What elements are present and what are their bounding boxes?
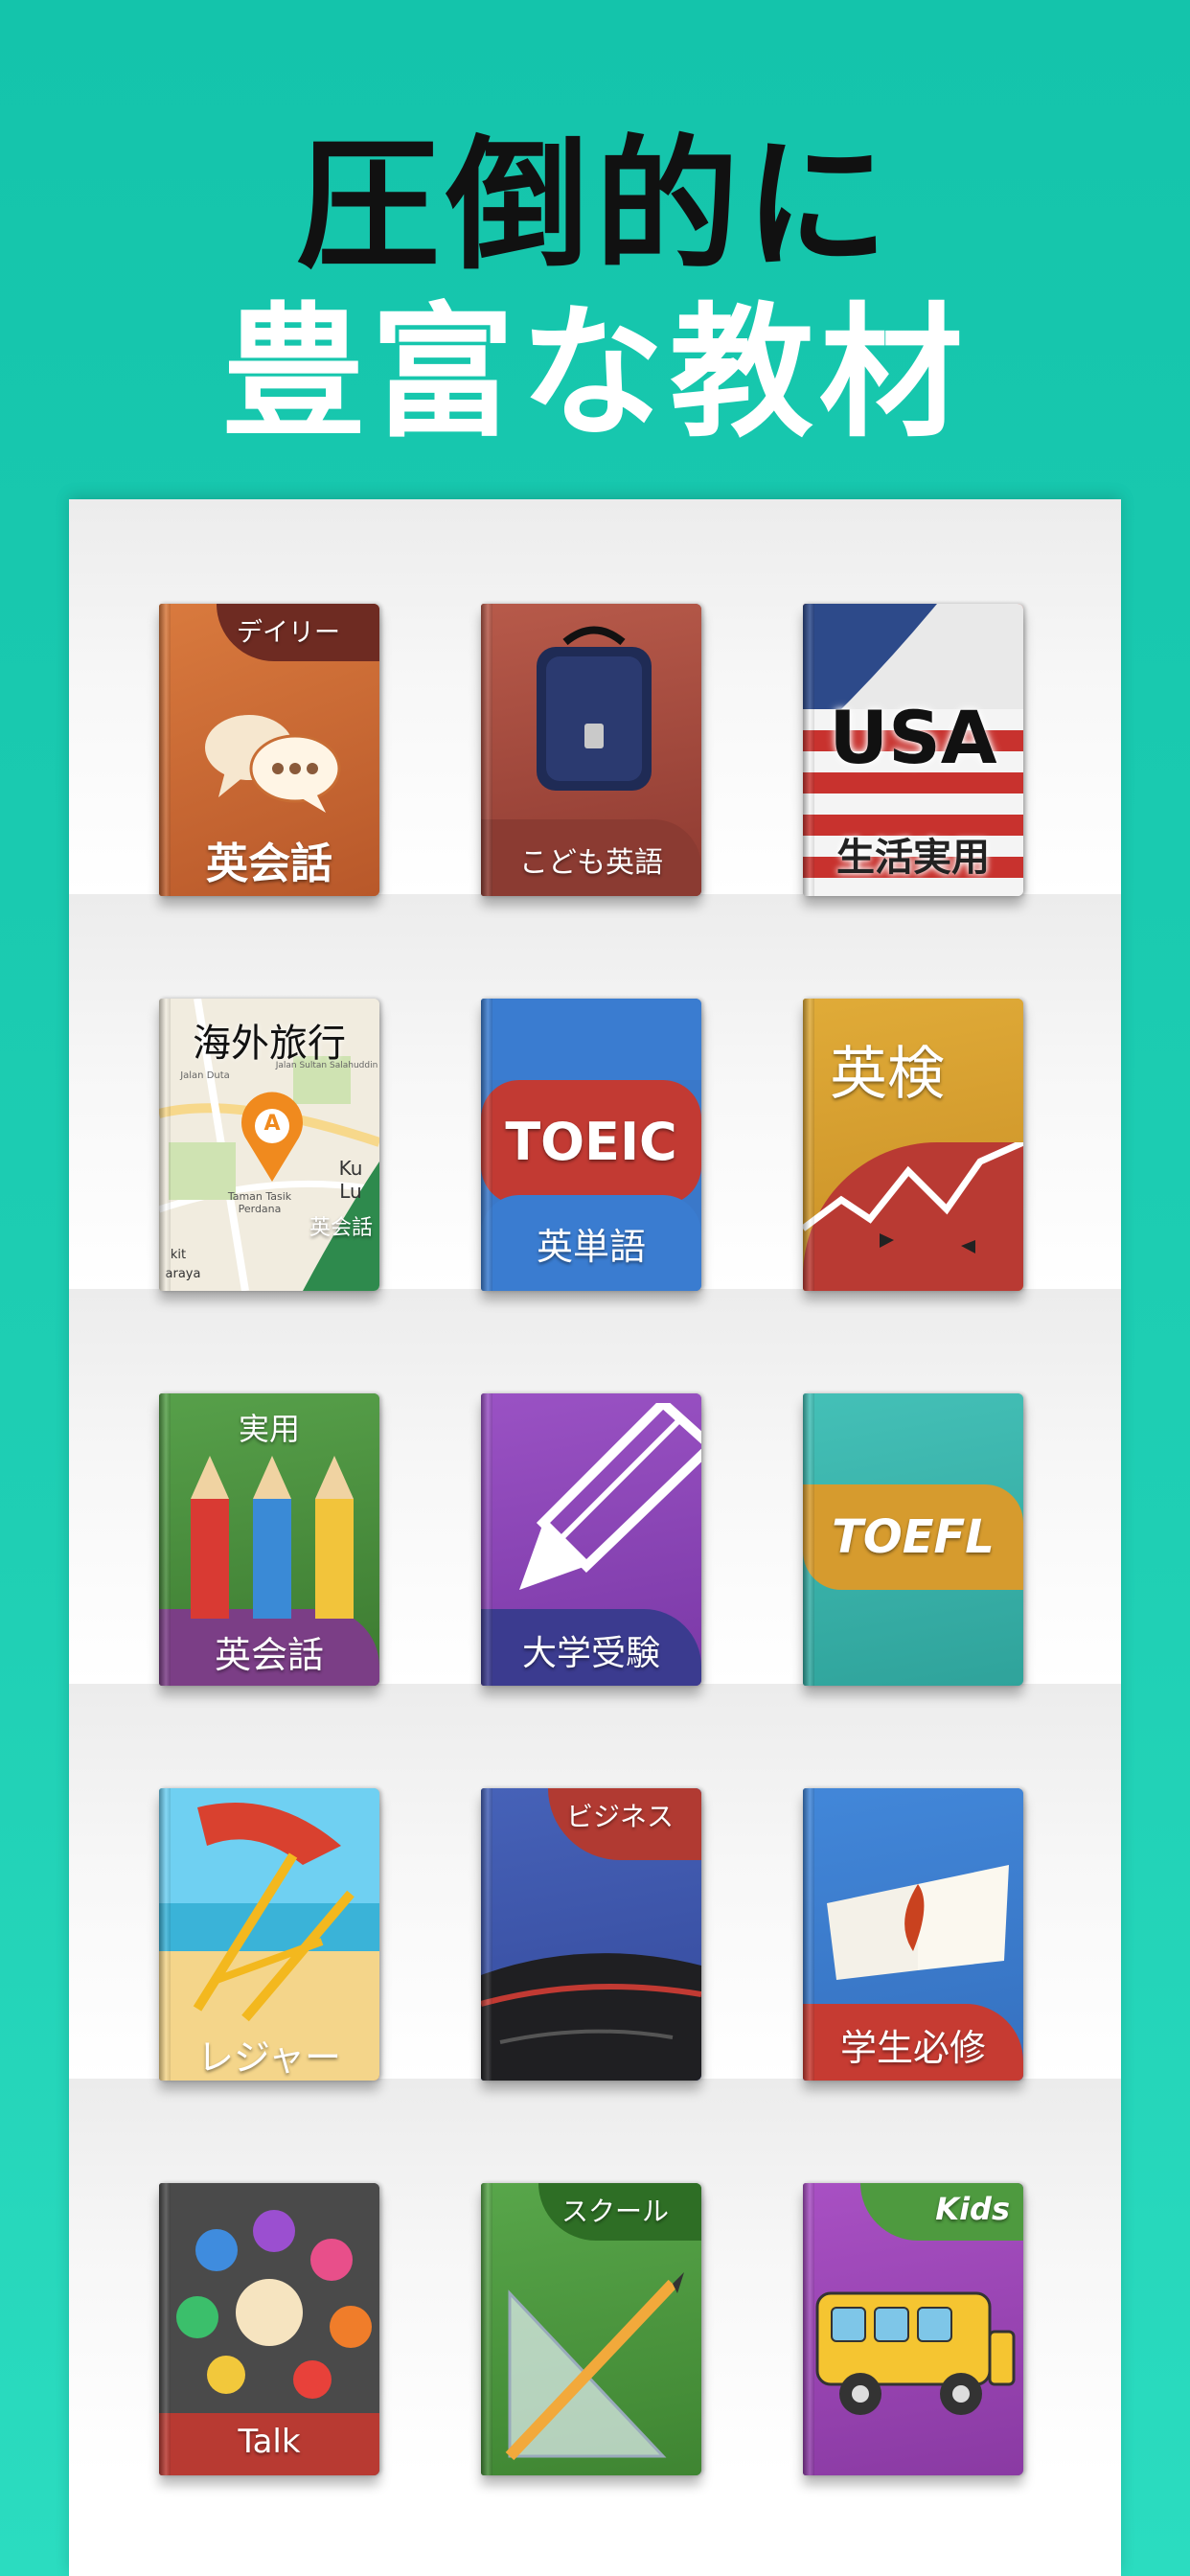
book-label: こども英語 xyxy=(519,846,663,880)
map-text: kit xyxy=(170,1248,187,1262)
ruler-pencil-icon xyxy=(505,2272,684,2461)
book-label: Talk xyxy=(238,2423,301,2461)
usa-badge: USA xyxy=(829,695,997,780)
book-student-essentials[interactable]: 学生必修 xyxy=(803,1788,1023,2081)
headline-line-2: 豊富な教材 xyxy=(220,290,969,457)
chat-bubbles-icon xyxy=(205,715,341,813)
map-pin-label: A xyxy=(263,1112,281,1136)
corner-label: 英会話 xyxy=(309,1216,373,1240)
book-kids[interactable]: Kids xyxy=(803,2183,1023,2475)
pencil-icon xyxy=(519,1403,701,1590)
book-usa-life[interactable]: USA 生活実用 xyxy=(803,604,1023,896)
book-label: 英検 xyxy=(830,1041,945,1108)
school-backpack-icon xyxy=(537,626,652,791)
textbook-shelf-panel: デイリー 英会話 こども英語 USA 生活実用 海外旅行 A Taman Tas… xyxy=(69,499,1121,2576)
headline-line-1: 圧倒的に xyxy=(295,123,894,289)
book-label: 英会話 xyxy=(214,1634,324,1676)
book-label: レジャー xyxy=(196,2036,342,2079)
book-tag: 実用 xyxy=(238,1411,300,1447)
book-label: 英会話 xyxy=(206,840,332,888)
book-toeic-vocabulary[interactable]: TOEIC 英単語 xyxy=(481,999,701,1291)
map-text: Jalan Sultan Salahuddin xyxy=(275,1061,378,1070)
book-title: TOEIC xyxy=(505,1112,677,1172)
map-text: araya xyxy=(165,1267,201,1281)
book-business[interactable]: ビジネス xyxy=(481,1788,701,2081)
book-tag: ビジネス xyxy=(565,1801,674,1832)
book-kids-english[interactable]: こども英語 xyxy=(481,604,701,896)
book-toefl[interactable]: TOEFL xyxy=(803,1393,1023,1686)
briefcase-icon xyxy=(481,1953,701,2081)
book-eiken[interactable]: 英検 xyxy=(803,999,1023,1291)
book-label: 英単語 xyxy=(536,1226,646,1268)
book-label: 生活実用 xyxy=(836,836,990,880)
book-university-exam[interactable]: 大学受験 xyxy=(481,1393,701,1686)
book-label: 海外旅行 xyxy=(193,1022,346,1066)
map-pin-icon xyxy=(241,1092,303,1182)
map-text: Jalan Duta xyxy=(180,1070,230,1081)
book-tag: スクール xyxy=(561,2196,669,2227)
colorful-spheres-icon xyxy=(159,2183,379,2413)
map-text: Taman Tasik Perdana xyxy=(227,1190,292,1215)
book-tag: デイリー xyxy=(237,618,340,648)
trend-chart-icon xyxy=(803,1142,1023,1254)
book-daily-conversation[interactable]: デイリー 英会話 xyxy=(159,604,379,896)
book-school[interactable]: スクール xyxy=(481,2183,701,2475)
book-overseas-travel[interactable]: 海外旅行 A Taman Tasik Perdana Ku Lu kit ara… xyxy=(159,999,379,1291)
book-talk[interactable]: Talk xyxy=(159,2183,379,2475)
book-leisure[interactable]: レジャー xyxy=(159,1788,379,2081)
book-practical-conversation[interactable]: 実用 英会話 xyxy=(159,1393,379,1686)
book-tag: Kids xyxy=(935,2191,1010,2227)
pencils-icon xyxy=(191,1456,354,1619)
book-title: TOEFL xyxy=(832,1510,995,1564)
school-bus-icon xyxy=(815,2291,1016,2415)
open-book-icon xyxy=(827,1865,1009,1980)
map-text: Ku Lu xyxy=(338,1157,363,1203)
book-label: 大学受験 xyxy=(521,1634,660,1673)
book-label: 学生必修 xyxy=(839,2027,986,2069)
